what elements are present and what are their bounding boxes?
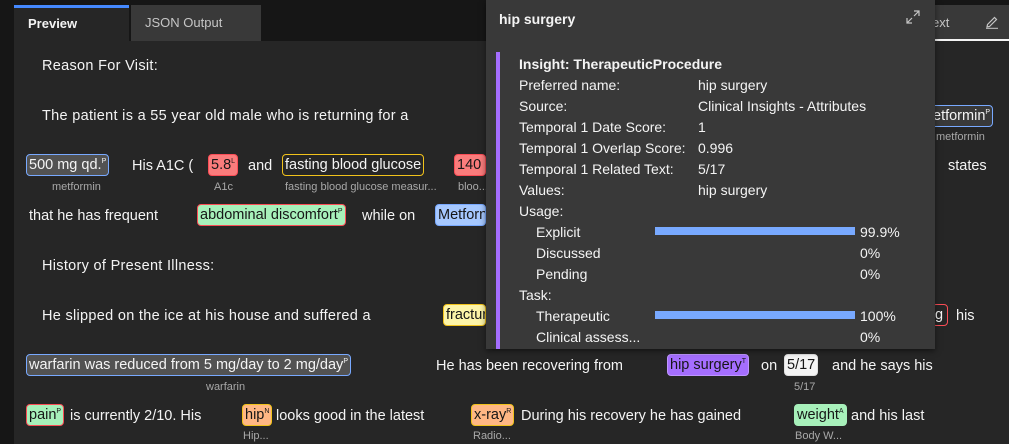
field-label: Values:: [519, 182, 565, 198]
annotation-sublabel: metformin: [52, 181, 101, 193]
field-value: hip surgery: [698, 182, 768, 198]
usage-item-label: Pending: [536, 266, 588, 282]
field-label: Source:: [519, 98, 568, 114]
field-label: Preferred name:: [519, 77, 621, 93]
field-row: Temporal 1 Overlap Score: 0.996: [519, 140, 733, 156]
field-value: hip surgery: [698, 77, 768, 93]
annotation-pain[interactable]: painP: [26, 404, 65, 426]
usage-meter: [655, 248, 855, 256]
annotation-sublabel: warfarin: [206, 381, 246, 393]
usage-item-label: Explicit: [536, 224, 581, 240]
field-row: Values: hip surgery: [519, 182, 767, 198]
task-percent: 100%: [860, 308, 896, 324]
usage-item-label: Discussed: [536, 245, 601, 261]
text-fragment: and: [248, 158, 273, 174]
annotation-a1c-value[interactable]: 5.8L: [208, 154, 239, 176]
edit-pencil-icon: [986, 16, 998, 29]
usage-label: Usage:: [519, 203, 564, 219]
annotation-metformin[interactable]: etforminP: [930, 105, 994, 127]
tab-preview[interactable]: Preview: [14, 5, 129, 41]
text-fragment: His A1C (: [132, 158, 194, 174]
usage-meter: [655, 269, 855, 277]
popup-title: hip surgery: [499, 11, 576, 27]
field-value: Clinical Insights - Attributes: [698, 98, 867, 114]
insight-accent-bar: [496, 52, 500, 349]
tab-bar: Preview JSON Output: [14, 5, 494, 41]
annotation-abdominal-discomfort[interactable]: abdominal discomfortP: [197, 204, 346, 226]
expand-icon[interactable]: [906, 10, 920, 24]
annotation-dose[interactable]: 500 mg qd.P: [26, 154, 110, 176]
usage-percent: 99.9%: [860, 224, 900, 240]
field-row: Source: Clinical Insights - Attributes: [519, 98, 866, 114]
annotation-sublabel: Body W...: [795, 430, 843, 442]
task-percent: 0%: [860, 329, 881, 345]
task-label: Task:: [519, 287, 552, 303]
annotation-sublabel: A1c: [214, 181, 233, 193]
usage-meter: [655, 227, 855, 235]
text-fragment: During his recovery he has gained: [521, 408, 742, 424]
annotation-hip-surgery[interactable]: hip surgeryT: [667, 354, 750, 376]
usage-percent: 0%: [860, 266, 881, 282]
annotation-hip[interactable]: hipN: [242, 404, 273, 426]
task-item-label: Therapeutic: [536, 308, 610, 324]
insight-title: Insight: TherapeuticProcedure: [519, 56, 723, 72]
text-fragment: his: [956, 308, 975, 324]
field-value: 0.996: [698, 140, 734, 156]
usage-percent: 0%: [860, 245, 881, 261]
text-fragment: states: [948, 158, 987, 174]
text-line: The patient is a 55 year old male who is…: [42, 108, 409, 124]
text-fragment: and his last: [851, 408, 925, 424]
annotation-date[interactable]: 5/17: [784, 354, 819, 376]
text-fragment: on: [761, 358, 778, 374]
text-fragment: that he has frequent: [29, 208, 158, 224]
annotation-sublabel: bloo...: [458, 181, 488, 193]
task-item-label: Clinical assess...: [536, 329, 641, 345]
task-meter: [655, 332, 855, 340]
annotation-metformin-mid[interactable]: Metforn: [435, 204, 486, 226]
field-label: Temporal 1 Overlap Score:: [519, 140, 686, 156]
annotation-fracture[interactable]: fractur: [443, 304, 486, 326]
field-label: Temporal 1 Related Text:: [519, 161, 674, 177]
annotation-sublabel: Radio...: [473, 430, 511, 442]
annotation-weight[interactable]: weightA: [794, 404, 847, 426]
text-fragment: while on: [362, 208, 416, 224]
text-fragment: He has been recovering from: [436, 358, 623, 374]
field-row: Preferred name: hip surgery: [519, 77, 767, 93]
annotation-sublabel: Hip...: [243, 430, 269, 442]
text-fragment: and he says his: [832, 358, 933, 374]
tab-json-output[interactable]: JSON Output: [131, 5, 261, 41]
field-value: 5/17: [698, 161, 726, 177]
annotation-sublabel: fasting blood glucose measur...: [285, 181, 437, 193]
annotation-sublabel: 5/17: [794, 381, 816, 393]
field-label: Temporal 1 Date Score:: [519, 119, 667, 135]
text-line: History of Present Illness:: [42, 258, 215, 274]
text-fragment: looks good in the latest: [276, 408, 425, 424]
text-line: He slipped on the ice at his house and s…: [42, 308, 371, 324]
annotation-fasting-blood-glucose[interactable]: fasting blood glucose: [282, 154, 425, 176]
annotation-glucose-value[interactable]: 140: [454, 154, 486, 176]
annotation-sublabel: metformin: [936, 131, 985, 143]
annotation-x-ray[interactable]: x-rayR: [471, 404, 515, 426]
annotation-warfarin[interactable]: warfarin was reduced from 5 mg/day to 2 …: [26, 354, 351, 376]
field-row: Temporal 1 Date Score: 1: [519, 119, 706, 135]
field-row: Temporal 1 Related Text: 5/17: [519, 161, 725, 177]
text-line: Reason For Visit:: [42, 58, 159, 74]
task-meter: [655, 311, 855, 319]
insight-popup: hip surgery Insight: TherapeuticProcedur…: [486, 0, 935, 349]
edit-text-tab[interactable]: ext: [930, 5, 1009, 41]
text-fragment: is currently 2/10. His: [70, 408, 202, 424]
field-value: 1: [698, 119, 706, 135]
